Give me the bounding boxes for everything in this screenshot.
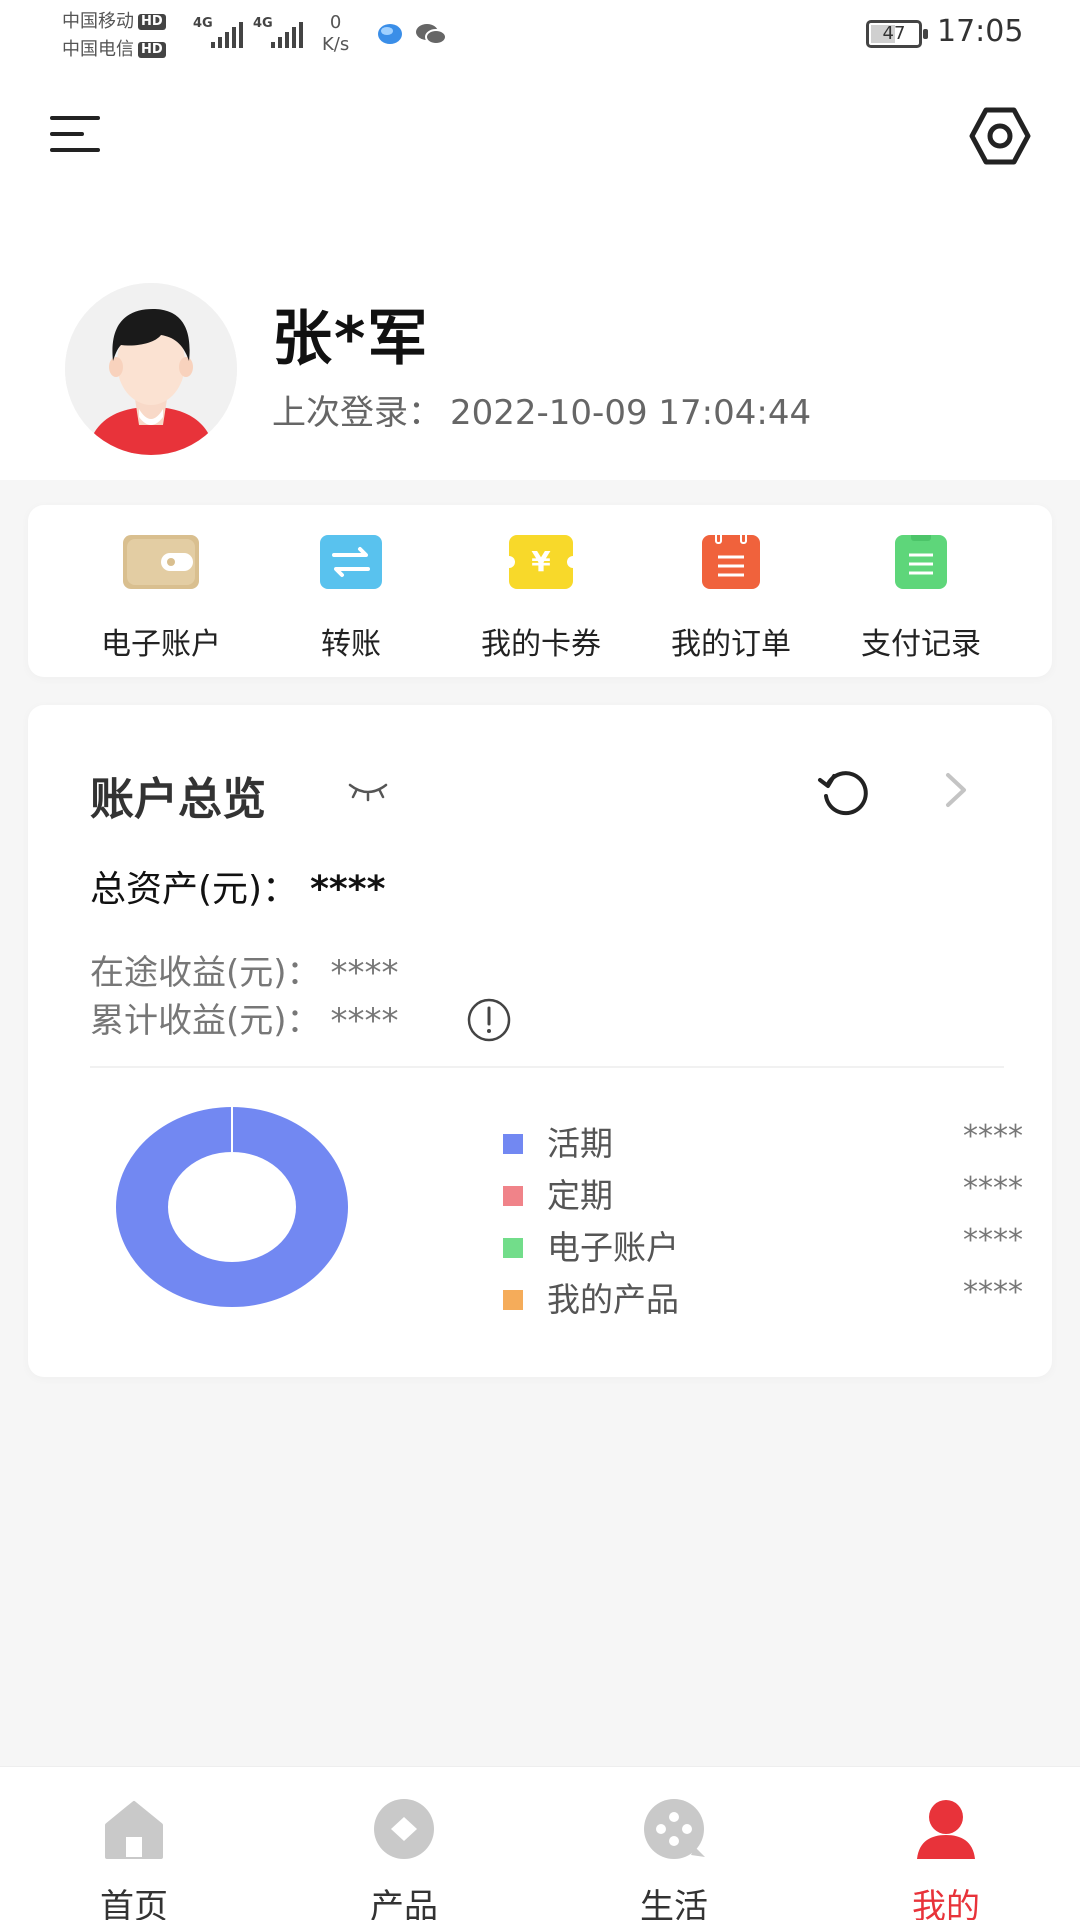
legend-item-fixed: 定期 ****: [503, 1167, 1023, 1219]
info-icon[interactable]: [466, 997, 512, 1043]
signal-2-icon: 4G: [253, 16, 303, 48]
quick-action-coupons[interactable]: ¥ 我的卡券: [451, 527, 631, 663]
legend-item-current: 活期 ****: [503, 1115, 1023, 1167]
carrier-1-label: 中国移动: [62, 11, 134, 32]
order-icon: [702, 535, 760, 589]
legend-swatch: [503, 1186, 523, 1206]
last-login-time: 2022-10-09 17:04:44: [450, 393, 812, 433]
legend-label: 定期: [547, 1176, 613, 1215]
quick-action-label: 我的订单: [671, 627, 791, 662]
legend-swatch: [503, 1238, 523, 1258]
carrier-info: 中国移动 HD 中国电信 HD: [62, 8, 166, 64]
cumulative-value: ****: [330, 1001, 399, 1041]
overview-title: 账户总览: [90, 774, 266, 825]
cumulative-label: 累计收益(元)：: [90, 1001, 321, 1041]
settings-button[interactable]: [968, 104, 1032, 168]
asset-legend: 活期 **** 定期 **** 电子账户 **** 我的产品 ****: [503, 1115, 1023, 1323]
legend-label: 电子账户: [547, 1228, 679, 1267]
nav-home[interactable]: 首页: [34, 1767, 234, 1920]
total-assets-value: ****: [310, 869, 386, 910]
quick-action-label: 电子账户: [101, 627, 221, 662]
quick-action-label: 转账: [321, 627, 381, 662]
wallet-icon: [123, 535, 199, 589]
in-transit-label: 在途收益(元)：: [90, 953, 321, 993]
nav-products[interactable]: 产品: [304, 1767, 504, 1920]
legend-item-my-products: 我的产品 ****: [503, 1271, 1023, 1323]
quick-action-payment-records[interactable]: 支付记录: [831, 527, 1011, 663]
eye-closed-icon[interactable]: [346, 775, 390, 805]
home-icon: [105, 1801, 163, 1859]
legend-swatch: [503, 1134, 523, 1154]
legend-value: ****: [963, 1119, 1023, 1154]
legend-value: ****: [963, 1171, 1023, 1206]
quick-action-transfer[interactable]: 转账: [261, 527, 441, 663]
svg-text:¥: ¥: [531, 545, 551, 578]
legend-value: ****: [963, 1275, 1023, 1310]
user-name: 张*军: [272, 304, 430, 374]
speed-unit: K/s: [322, 34, 350, 55]
hd-badge: HD: [138, 42, 166, 58]
quick-action-label: 支付记录: [861, 627, 981, 662]
user-avatar-icon: [65, 283, 237, 455]
avatar[interactable]: [65, 283, 237, 455]
nav-mine[interactable]: 我的: [846, 1767, 1046, 1920]
bottom-navigation: 首页 产品 生活 我的: [0, 1766, 1080, 1920]
network-type-label: 4G: [193, 16, 213, 31]
wechat-icon: [416, 24, 447, 45]
quick-actions-card: 电子账户 转账 ¥ 我的卡券 我的订单 支付记录: [28, 505, 1052, 677]
legend-value: ****: [963, 1223, 1023, 1258]
in-transit-value: ****: [330, 953, 399, 993]
status-bar: 中国移动 HD 中国电信 HD 4G 4G 0 K/s 47 17:05: [0, 0, 1080, 70]
total-assets: 总资产(元)： ****: [90, 860, 385, 912]
hexagon-settings-icon: [969, 107, 1031, 165]
total-assets-label: 总资产(元)：: [90, 869, 299, 910]
network-speed: 0 K/s: [322, 12, 349, 56]
nav-label: 首页: [100, 1887, 168, 1920]
nav-label: 我的: [912, 1887, 980, 1920]
quick-action-orders[interactable]: 我的订单: [641, 527, 821, 663]
chevron-right-icon[interactable]: [936, 767, 976, 813]
menu-button[interactable]: [50, 114, 102, 154]
last-login-label: 上次登录：: [272, 393, 442, 433]
coupon-icon: ¥: [509, 535, 573, 589]
battery-icon: 47: [866, 20, 928, 48]
legend-swatch: [503, 1290, 523, 1310]
product-icon: [374, 1799, 434, 1859]
hd-badge: HD: [138, 14, 166, 30]
quick-action-e-account[interactable]: 电子账户: [71, 527, 251, 663]
quick-action-label: 我的卡券: [481, 627, 601, 662]
divider: [90, 1066, 1004, 1068]
battery-level: 47: [882, 23, 906, 44]
asset-donut-chart: [116, 1107, 348, 1307]
legend-label: 活期: [547, 1124, 613, 1163]
transfer-icon: [320, 535, 382, 589]
refresh-icon[interactable]: [814, 760, 874, 820]
legend-label: 我的产品: [547, 1280, 679, 1319]
browser-app-icon: [378, 24, 402, 44]
nav-label: 生活: [640, 1887, 708, 1920]
speed-value: 0: [329, 12, 342, 33]
account-overview-card: 账户总览 总资产(元)： **** 在途收益(元)： **** 累计收益(元)： **…: [28, 705, 1052, 1377]
carrier-2-label: 中国电信: [62, 39, 134, 60]
cumulative-earnings: 累计收益(元)： ****: [90, 993, 399, 1042]
nav-life[interactable]: 生活: [574, 1767, 774, 1920]
payment-record-icon: [895, 535, 947, 589]
network-type-label: 4G: [253, 16, 273, 31]
life-icon: [644, 1799, 705, 1859]
legend-item-e-account: 电子账户 ****: [503, 1219, 1023, 1271]
signal-1-icon: 4G: [193, 16, 243, 48]
clock: 17:05: [937, 14, 1024, 49]
profile-icon: [917, 1800, 975, 1859]
nav-label: 产品: [370, 1887, 438, 1920]
in-transit-earnings: 在途收益(元)： ****: [90, 945, 399, 994]
last-login: 上次登录： 2022-10-09 17:04:44: [272, 385, 811, 434]
